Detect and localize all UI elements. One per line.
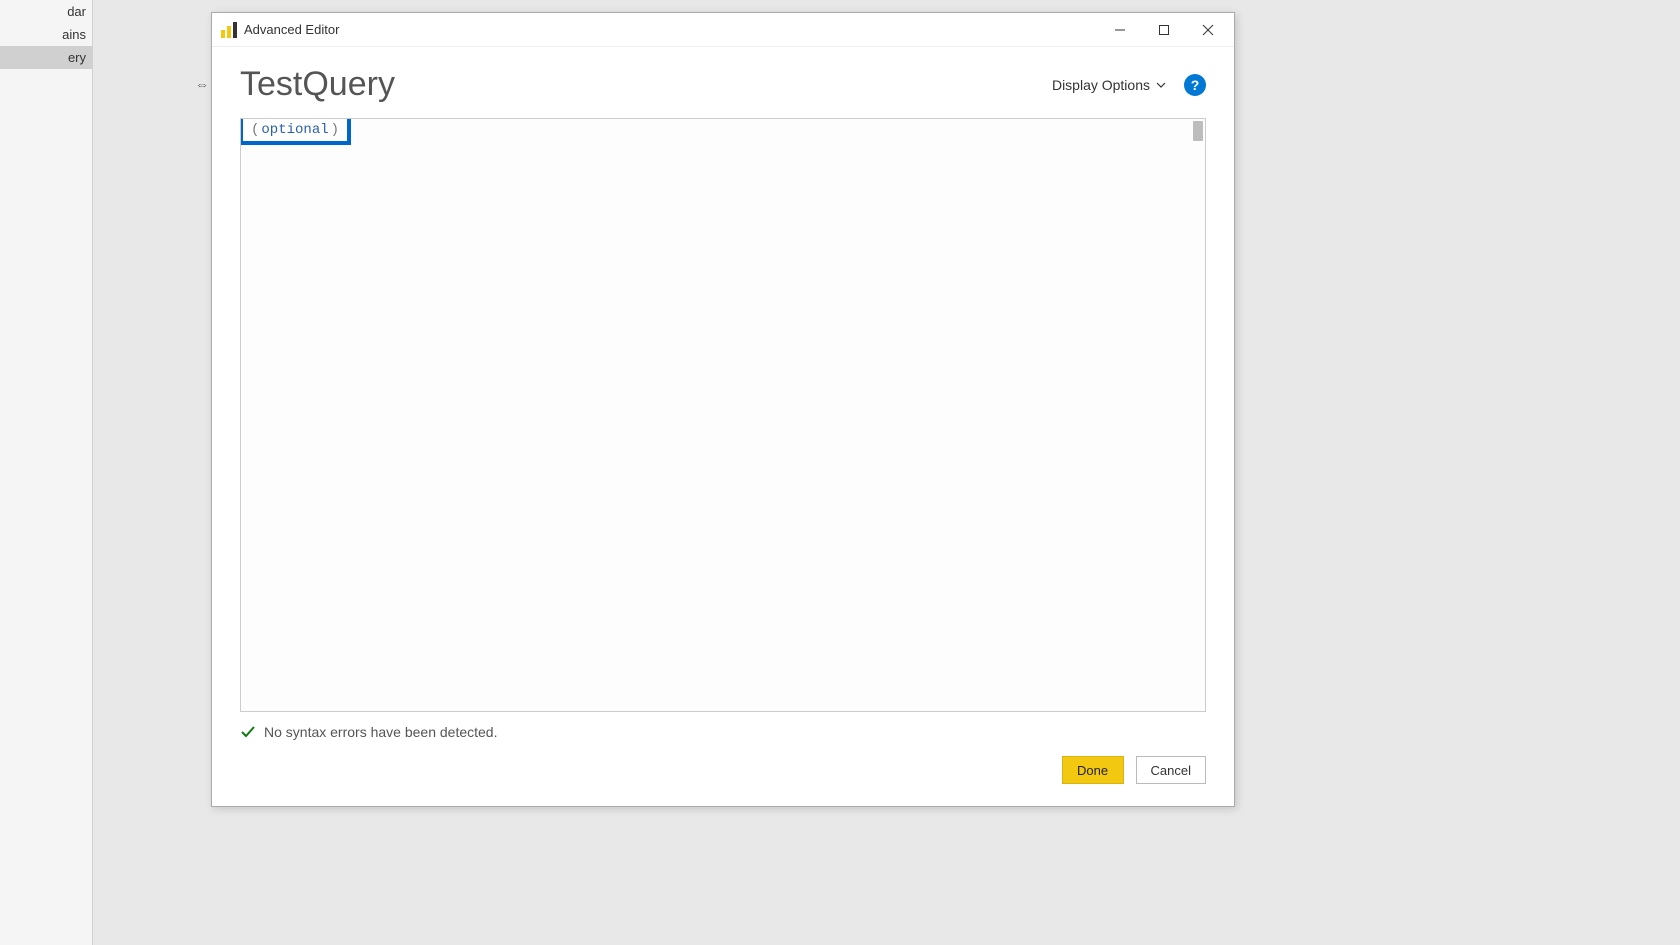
help-icon: ? [1191, 77, 1200, 93]
minimize-button[interactable] [1098, 15, 1142, 45]
app-icon [220, 21, 238, 39]
query-name-title: TestQuery [240, 65, 1052, 104]
scrollbar-thumb[interactable] [1193, 121, 1203, 141]
check-icon [240, 724, 256, 740]
button-row: Done Cancel [212, 746, 1234, 806]
done-button[interactable]: Done [1062, 756, 1124, 784]
cancel-button[interactable]: Cancel [1136, 756, 1206, 784]
titlebar: Advanced Editor [212, 13, 1234, 47]
sidebar-panel: dar ains ery [0, 0, 93, 945]
highlighted-token: ( optional ) [240, 118, 351, 145]
sidebar-item[interactable]: ains [0, 23, 92, 46]
display-options-label: Display Options [1052, 77, 1150, 93]
header-row: TestQuery Display Options ? [212, 47, 1234, 112]
chevron-down-icon [1156, 77, 1166, 93]
sidebar-item[interactable]: dar [0, 0, 92, 23]
advanced-editor-dialog: Advanced Editor TestQuery Display Option… [211, 12, 1235, 807]
window-controls [1098, 15, 1230, 45]
paren-close: ) [331, 122, 339, 138]
resize-handle-icon[interactable]: ⇔ [195, 76, 209, 92]
status-message: No syntax errors have been detected. [264, 724, 497, 740]
help-button[interactable]: ? [1184, 74, 1206, 96]
paren-open: ( [251, 122, 259, 138]
maximize-button[interactable] [1142, 15, 1186, 45]
window-title: Advanced Editor [244, 22, 1098, 37]
code-editor[interactable]: ( optional ) [240, 118, 1206, 712]
sidebar-item[interactable]: ery [0, 46, 92, 69]
status-bar: No syntax errors have been detected. [212, 720, 1234, 746]
code-keyword: optional [261, 122, 328, 138]
code-line: ( optional ) [241, 119, 351, 141]
close-button[interactable] [1186, 15, 1230, 45]
display-options-dropdown[interactable]: Display Options [1052, 77, 1166, 93]
